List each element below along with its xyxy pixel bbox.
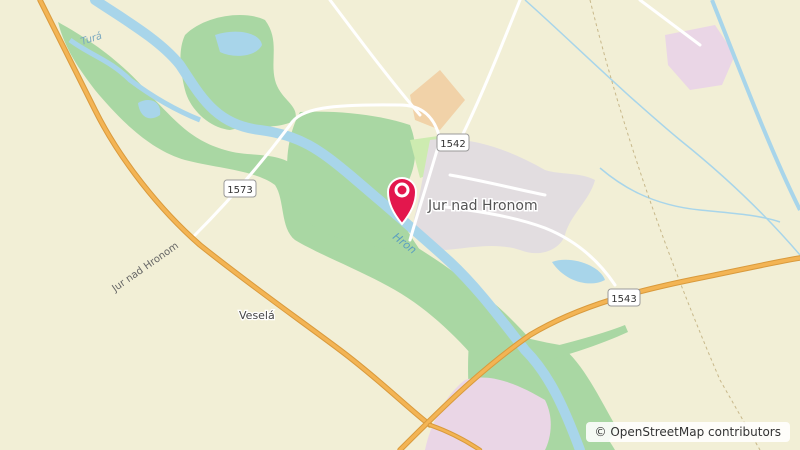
road-shield-1543-label: 1543 [611,294,636,305]
map-attribution-text: © OpenStreetMap contributors [594,425,781,439]
road-shield-1573-label: 1573 [227,185,252,196]
village-label: Jur nad Hronom [427,198,538,214]
locality-label-vesela: Veselá [239,309,275,322]
road-shield-1542: 1542 [436,133,470,152]
road-shield-1573: 1573 [223,179,257,198]
map-attribution[interactable]: © OpenStreetMap contributors [585,422,790,442]
map-view[interactable]: Hron Turá Jur nad Hronom Veselá Jur nad … [0,0,800,450]
road-shield-1543: 1543 [607,288,641,307]
road-shield-1542-label: 1542 [440,139,465,150]
map-canvas: Hron Turá Jur nad Hronom Veselá Jur nad … [0,0,800,450]
